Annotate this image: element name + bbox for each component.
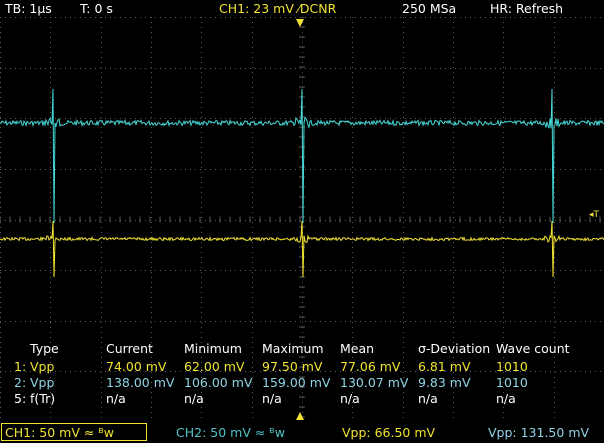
ch2-channel-button[interactable]: CH2: 50 mV ≈ ᴮw xyxy=(176,422,285,443)
oscilloscope-screen: TB: 1µs T: 0 s CH1: 23 mV ⁄DCNR 250 MSa … xyxy=(0,0,604,443)
header-wave-count: Wave count xyxy=(496,341,570,356)
trigger-level-marker[interactable]: ◂T xyxy=(589,210,600,220)
header-type: Type xyxy=(30,341,59,356)
ch2-vpp-readout: Vpp: 131.50 mV xyxy=(488,425,590,440)
channel-setting-readout[interactable]: CH1: 23 mV ⁄DCNR xyxy=(219,0,336,17)
ch1-waveform-trace xyxy=(0,220,604,278)
header-minimum: Minimum xyxy=(184,341,242,356)
timebase-readout[interactable]: TB: 1µs xyxy=(5,0,52,17)
header-sigma: σ-Deviation xyxy=(418,341,491,356)
header-mean: Mean xyxy=(340,341,375,356)
channel-bar: CH1: 50 mV ≈ ᴮw CH2: 50 mV ≈ ᴮw Vpp: 66.… xyxy=(0,422,604,443)
measurement-table: Type Current Minimum Maximum Mean σ-Devi… xyxy=(14,341,570,406)
ch1-vpp-readout: Vpp: 66.50 mV xyxy=(342,425,436,440)
header-current: Current xyxy=(106,341,153,356)
trigger-time-readout[interactable]: T: 0 s xyxy=(80,0,113,17)
sample-rate-readout: 250 MSa xyxy=(402,1,457,16)
header-maximum: Maximum xyxy=(262,341,324,356)
ch1-channel-button[interactable]: CH1: 50 mV ≈ ᴮw xyxy=(1,423,147,441)
status-bar: TB: 1µs T: 0 s CH1: 23 mV ⁄DCNR 250 MSa … xyxy=(0,0,604,17)
history-mode-readout[interactable]: HR: Refresh xyxy=(490,0,563,17)
